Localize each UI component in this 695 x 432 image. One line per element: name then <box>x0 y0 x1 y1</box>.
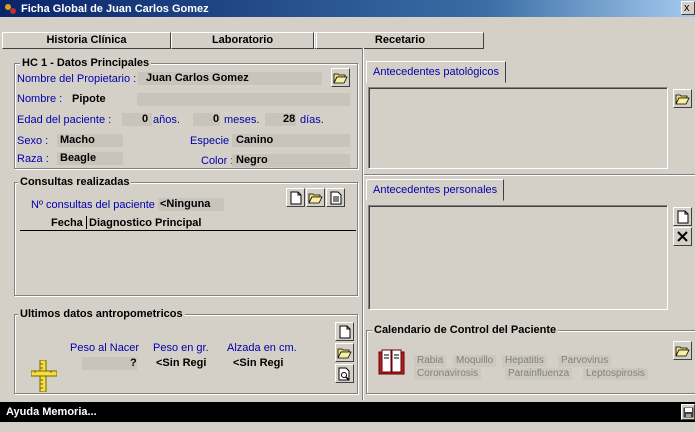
col-fecha-header[interactable]: Fecha <box>51 217 83 229</box>
tab-antecedentes-patologicos[interactable]: Antecedentes patológicos <box>366 61 506 83</box>
calendario-title: Calendario de Control del Paciente <box>372 324 559 336</box>
nombre-extra-field <box>137 93 350 106</box>
edad-meses-value: 0 <box>213 113 220 125</box>
peso-gr-value: <Sin Regi <box>156 357 207 369</box>
open-folder-icon <box>337 348 352 359</box>
book-icon <box>378 348 405 378</box>
vacuna-moquillo[interactable]: Moquillo <box>453 355 497 367</box>
new-consulta-button[interactable] <box>286 188 305 207</box>
new-document-icon <box>290 191 301 204</box>
save-disk-icon <box>683 407 693 417</box>
nombre-label: Nombre : <box>17 93 63 105</box>
consultas-count-label: Nº consultas del paciente : <box>31 199 161 211</box>
tab-historia-clinica[interactable]: Historia Clínica <box>2 32 171 49</box>
new-document-icon <box>677 210 688 223</box>
alzada-value: <Sin Regi <box>233 357 284 369</box>
color-label: Color : <box>201 155 234 167</box>
document-lines-icon <box>330 191 341 204</box>
open-antropo-button[interactable] <box>335 343 354 362</box>
app-icon <box>4 2 18 15</box>
open-folder-icon <box>308 193 323 204</box>
alzada-label: Alzada en cm. <box>227 342 297 354</box>
status-bar: Ayuda Memoria... <box>0 402 695 422</box>
sexo-label: Sexo : <box>17 135 49 147</box>
peso-nacer-value: ? <box>130 357 137 369</box>
open-calendario-button[interactable] <box>673 341 692 360</box>
delete-x-icon <box>677 231 688 242</box>
status-text: Ayuda Memoria... <box>6 406 97 418</box>
raza-value: Beagle <box>60 152 97 164</box>
antecedentes-personales-textarea[interactable] <box>368 205 668 310</box>
peso-gr-label: Peso en gr. <box>153 342 209 354</box>
tab-antecedentes-personales[interactable]: Antecedentes personales <box>366 179 505 201</box>
raza-label: Raza : <box>17 153 49 165</box>
anios-label: años. <box>153 114 180 126</box>
vacuna-hepatitis[interactable]: Hepatitis <box>502 355 547 367</box>
propietario-label: Nombre del Propietario : <box>17 73 137 85</box>
window-title: Ficha Global de Juan Carlos Gomez <box>21 2 209 15</box>
nombre-value: Pipote <box>72 93 106 105</box>
close-button[interactable]: x <box>681 1 695 15</box>
propietario-value: Juan Carlos Gomez <box>146 72 249 84</box>
window-titlebar: Ficha Global de Juan Carlos Gomez <box>0 0 695 17</box>
color-value: Negro <box>236 154 268 166</box>
dias-label: días. <box>300 114 324 126</box>
peso-nacer-label: Peso al Nacer <box>70 342 140 354</box>
tab-recetario[interactable]: Recetario <box>316 32 484 49</box>
col-diagnostico-header[interactable]: Diagnostico Principal <box>89 217 201 229</box>
vacuna-parvovirus[interactable]: Parvovirus <box>558 355 612 367</box>
preview-antropo-button[interactable] <box>335 364 354 383</box>
antropometricos-group <box>14 314 358 394</box>
open-folder-icon <box>675 346 690 357</box>
open-consulta-button[interactable] <box>306 188 325 207</box>
consultas-title: Consultas realizadas <box>18 176 132 188</box>
new-personales-button[interactable] <box>673 207 692 226</box>
consultas-table-body[interactable] <box>20 231 356 291</box>
ruler-icon <box>30 359 58 393</box>
right-separator-1 <box>364 174 695 176</box>
open-folder-icon <box>675 94 690 105</box>
especie-label: Especie : <box>190 135 236 147</box>
consultas-count-value: <Ninguna <box>160 198 211 210</box>
especie-value: Canino <box>236 134 274 146</box>
report-consulta-button[interactable] <box>326 188 345 207</box>
print-preview-icon <box>338 367 350 381</box>
col-divider <box>86 216 87 229</box>
vacuna-parainfluenza[interactable]: Parainfluenza <box>505 368 573 380</box>
open-folder-icon <box>333 73 348 84</box>
datos-principales-title: HC 1 - Datos Principales <box>20 57 152 69</box>
peso-nacer-field <box>82 357 137 370</box>
vacuna-coronavirosis[interactable]: Coronavirosis <box>414 368 482 380</box>
antecedentes-patologicos-textarea[interactable] <box>368 87 668 169</box>
open-propietario-button[interactable] <box>331 68 350 87</box>
delete-personales-button[interactable] <box>673 227 692 246</box>
open-patologicos-button[interactable] <box>673 89 692 108</box>
edad-anios-value: 0 <box>142 113 149 125</box>
new-antropo-button[interactable] <box>335 322 354 341</box>
sexo-value: Macho <box>60 134 95 146</box>
save-button[interactable] <box>681 404 695 420</box>
new-document-icon <box>339 325 350 338</box>
meses-label: meses. <box>224 114 260 126</box>
vertical-divider-highlight <box>363 48 364 400</box>
edad-dias-value: 28 <box>283 113 296 125</box>
vacuna-rabia[interactable]: Rabia <box>414 355 447 367</box>
edad-label: Edad del paciente : <box>17 114 112 126</box>
tab-laboratorio[interactable]: Laboratorio <box>171 32 314 49</box>
vacuna-leptospirosis[interactable]: Leptospirosis <box>583 368 648 380</box>
antropometricos-title: Ultimos datos antropometricos <box>18 308 185 320</box>
